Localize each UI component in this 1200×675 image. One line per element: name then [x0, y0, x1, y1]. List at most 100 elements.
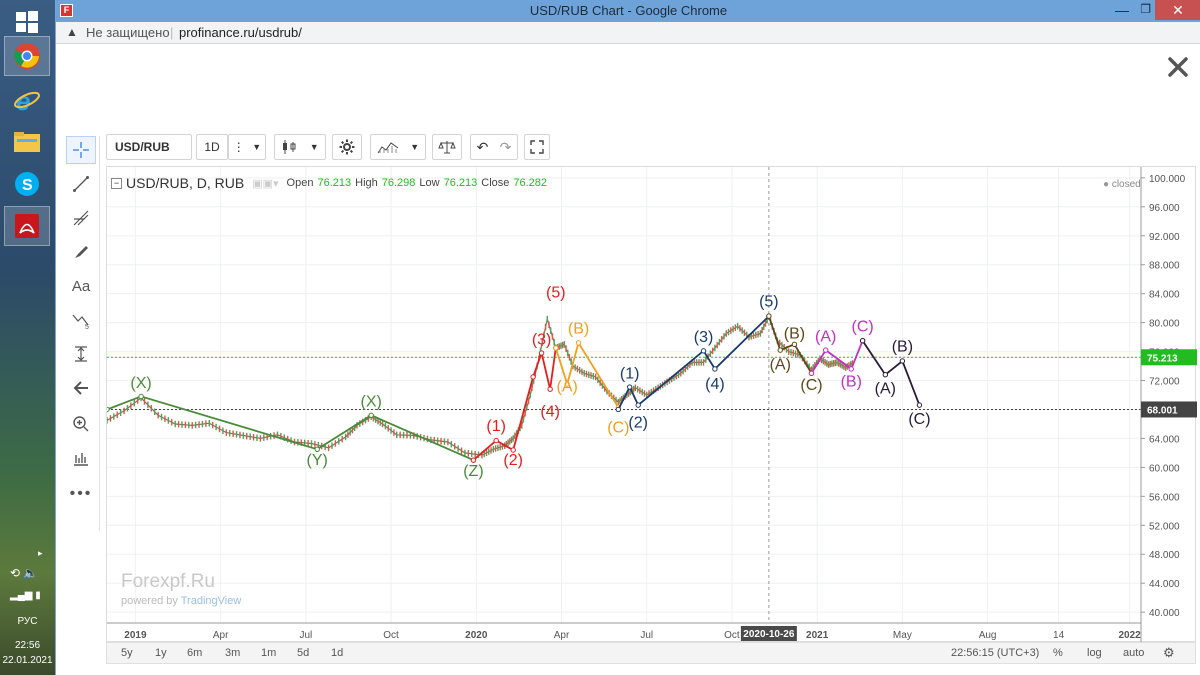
- chevron-down-icon: ▼: [309, 142, 319, 152]
- wave-point: [470, 457, 477, 463]
- undo-icon[interactable]: ↶: [477, 139, 489, 156]
- window-close-icon[interactable]: ✕: [1155, 0, 1200, 20]
- wave-label: (1): [486, 418, 506, 435]
- fib-tool-icon[interactable]: [66, 204, 96, 232]
- range-1m[interactable]: 1m: [261, 647, 276, 659]
- redo-icon[interactable]: ↷: [500, 139, 512, 156]
- minimize-icon[interactable]: —: [1115, 2, 1129, 18]
- utc-clock[interactable]: 22:56:15 (UTC+3): [951, 647, 1039, 659]
- wave-point: [138, 393, 144, 400]
- close-value: 76.282: [513, 177, 548, 189]
- price-tick-label: 92.000: [1149, 232, 1180, 243]
- range-6m[interactable]: 6m: [187, 647, 202, 659]
- skype-icon[interactable]: S: [4, 164, 50, 204]
- price-chart[interactable]: (X) (Y) (X) (Z) (1) (2) (3) (4) (5) (B) (A) (C) (1) (…: [104, 166, 1197, 643]
- chart-type-button[interactable]: ▼: [274, 134, 326, 160]
- time-tick-label: Jul: [640, 630, 653, 641]
- interval-button[interactable]: 1D: [196, 134, 228, 160]
- wave-label: (A): [875, 381, 896, 398]
- close-icon[interactable]: [1167, 56, 1189, 78]
- indicators-button[interactable]: ▼: [370, 134, 426, 160]
- url-text[interactable]: profinance.ru/usdrub/: [179, 25, 302, 40]
- wave-label: (B): [892, 339, 913, 356]
- market-status: ● closed: [1103, 179, 1141, 190]
- text-tool-icon[interactable]: Aa: [66, 272, 96, 300]
- trend-line-tool-icon[interactable]: [66, 170, 96, 198]
- chart-objects-icon[interactable]: [66, 444, 96, 472]
- status-dot-icon: ●: [1103, 179, 1110, 190]
- chart-canvas[interactable]: (X) (Y) (X) (Z) (1) (2) (3) (4) (5) (B) (A) (C) (1) (…: [104, 167, 1197, 643]
- range-5d[interactable]: 5d: [297, 647, 309, 659]
- range-1d[interactable]: 1d: [331, 647, 343, 659]
- range-5y[interactable]: 5y: [121, 647, 133, 659]
- price-tick-label: 96.000: [1149, 203, 1180, 214]
- tray-expand-icon[interactable]: ▸: [38, 548, 43, 559]
- percent-toggle[interactable]: %: [1053, 647, 1063, 659]
- security-label[interactable]: Не защищено: [86, 25, 170, 40]
- warning-icon[interactable]: ▲: [66, 25, 78, 39]
- tray-clock-time[interactable]: 22:56: [0, 640, 55, 651]
- undo-redo-group: ↶ ↷: [470, 134, 518, 160]
- watermark-powered: powered by TradingView: [121, 595, 241, 607]
- pattern-tool-icon[interactable]: 5: [66, 306, 96, 334]
- title-bar: F USD/RUB Chart - Google Chrome — ❐ ✕: [56, 0, 1200, 22]
- chrome-icon[interactable]: [4, 36, 50, 76]
- wave-point: [553, 345, 559, 351]
- zoom-in-icon[interactable]: [66, 410, 96, 438]
- more-tools-icon[interactable]: •••: [66, 480, 96, 508]
- wave-point: [712, 366, 718, 372]
- brush-tool-icon[interactable]: [66, 238, 96, 266]
- pdf-reader-icon[interactable]: [4, 206, 50, 246]
- fullscreen-icon[interactable]: [524, 134, 550, 160]
- wave-label: (C): [908, 411, 930, 428]
- log-toggle[interactable]: log: [1087, 647, 1102, 659]
- back-arrow-icon[interactable]: [66, 374, 96, 402]
- wave-label: (B): [568, 320, 589, 337]
- price-badge-label: 75.213: [1147, 353, 1178, 364]
- wave-label: (5): [759, 294, 779, 311]
- price-tick-label: 56.000: [1149, 492, 1180, 503]
- tray-clock-date[interactable]: 22.01.2021: [0, 655, 55, 666]
- chevron-down-icon: ▼: [252, 142, 262, 152]
- wave-label: (2): [503, 452, 523, 469]
- open-value: 76.213: [317, 177, 352, 189]
- wave-point: [882, 372, 889, 378]
- wave-label: (C): [852, 318, 874, 335]
- wave-point: [104, 406, 110, 413]
- wave-label: (2): [628, 415, 648, 432]
- taskbar: e S ▸ ⟲ 🔈 ▂▄▆ ▮ РУС 22:56 22.01.2021: [0, 0, 55, 675]
- compare-scales-icon[interactable]: [432, 134, 462, 160]
- auto-toggle[interactable]: auto: [1123, 647, 1144, 659]
- tray-language[interactable]: РУС: [0, 616, 55, 627]
- tray-signal-icon[interactable]: ▂▄▆ ▮: [10, 590, 41, 601]
- chart-settings-gear-icon[interactable]: ⚙: [1163, 645, 1175, 661]
- interval-menu-button[interactable]: ⋮ ▼: [228, 134, 266, 160]
- address-bar[interactable]: ▲ Не защищено | profinance.ru/usdrub/: [56, 22, 1200, 44]
- wave-label: (Y): [307, 452, 328, 469]
- wave-label: (A): [770, 357, 791, 374]
- measure-tool-icon[interactable]: [66, 340, 96, 368]
- tradingview-link[interactable]: TradingView: [181, 595, 242, 607]
- kebab-icon: ⋮: [232, 140, 245, 154]
- crosshair-tool-icon[interactable]: [66, 136, 96, 164]
- settings-gear-icon[interactable]: [332, 134, 362, 160]
- price-tick-label: 60.000: [1149, 463, 1180, 474]
- legend-flags-icon[interactable]: ▣▣▾: [252, 177, 278, 190]
- tray-network-icon[interactable]: ⟲ 🔈: [10, 566, 38, 580]
- chart-legend: − USD/RUB, D, RUB ▣▣▾ Open 76.213 High 7…: [111, 175, 547, 191]
- chart-top-toolbar: USD/RUB 1D ⋮ ▼ ▼ ▼ ↶ ↷: [106, 134, 1196, 162]
- file-explorer-icon[interactable]: [4, 122, 50, 162]
- wave-point: [635, 402, 641, 408]
- open-label: Open: [286, 177, 314, 189]
- collapse-legend-icon[interactable]: −: [111, 177, 122, 189]
- time-tick-label: Oct: [724, 630, 740, 641]
- symbol-search-input[interactable]: USD/RUB: [106, 134, 192, 160]
- range-3m[interactable]: 3m: [225, 647, 240, 659]
- low-value: 76.213: [443, 177, 478, 189]
- range-1y[interactable]: 1y: [155, 647, 167, 659]
- internet-explorer-icon[interactable]: e: [4, 80, 50, 120]
- time-tick-label: 2020: [465, 630, 488, 641]
- restore-icon[interactable]: ❐: [1140, 2, 1151, 16]
- wave-point: [700, 348, 707, 354]
- wave-point: [777, 347, 783, 353]
